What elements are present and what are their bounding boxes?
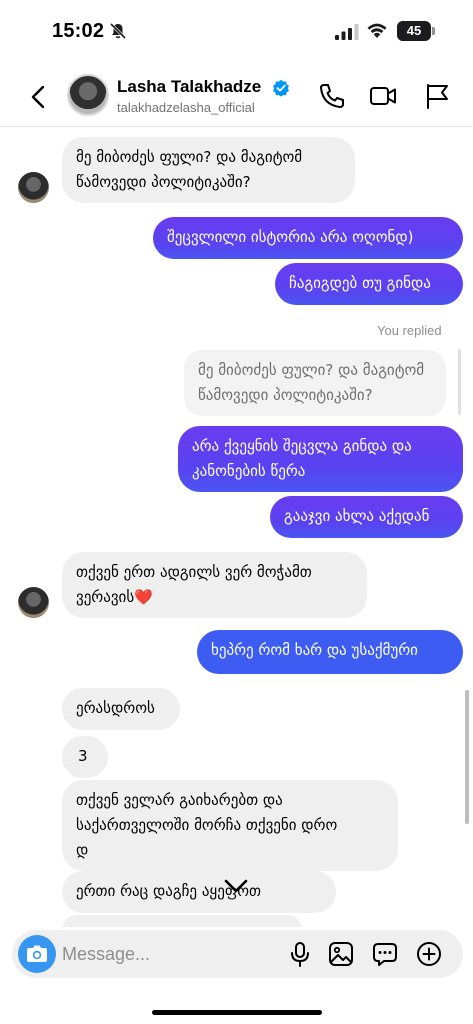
battery-indicator: 45 bbox=[397, 21, 431, 41]
message-incoming[interactable]: თქვენ ველარ გაიხარებთ და საქართველოში მო… bbox=[62, 780, 398, 871]
camera-icon bbox=[27, 945, 47, 962]
sticker-icon[interactable] bbox=[372, 941, 398, 967]
home-indicator[interactable] bbox=[152, 1010, 322, 1015]
flag-icon[interactable] bbox=[422, 81, 452, 111]
sender-avatar[interactable] bbox=[18, 172, 49, 203]
message-incoming[interactable]: ერთი რაც დაგჩე აყეფოთ bbox=[62, 871, 336, 913]
you-replied-label: You replied bbox=[377, 323, 442, 338]
bell-off-icon bbox=[109, 22, 127, 40]
wifi-icon bbox=[367, 23, 387, 38]
message-incoming[interactable]: თქვენ ერთ ადგილს ვერ მოჭამთ ვერავის❤️ bbox=[62, 552, 367, 618]
message-outgoing[interactable]: ხეპრე რომ ხარ და უსაქმური bbox=[197, 630, 463, 674]
reply-quote-bar bbox=[458, 349, 461, 415]
back-icon[interactable] bbox=[24, 82, 54, 112]
contact-username[interactable]: talakhadzelasha_official bbox=[117, 100, 255, 115]
battery-cap bbox=[432, 27, 435, 35]
message-input[interactable] bbox=[62, 930, 272, 978]
reply-quote[interactable]: მე მიბოძეს ფული? და მაგიტომ წამოვედი პოლ… bbox=[184, 350, 446, 416]
message-incoming[interactable]: მე მიბოძეს ფული? და მაგიტომ წამოვედი პოლ… bbox=[62, 137, 355, 203]
image-icon[interactable] bbox=[328, 941, 354, 967]
verified-icon bbox=[273, 79, 289, 97]
message-outgoing[interactable]: შეცვლილი ისტორია არა ოღონდ) bbox=[153, 217, 463, 259]
message-incoming[interactable]: ერასდროს bbox=[62, 688, 180, 730]
microphone-icon[interactable] bbox=[287, 941, 313, 967]
avatar[interactable] bbox=[67, 74, 109, 116]
contact-name[interactable]: Lasha Talakhadze bbox=[117, 77, 261, 97]
video-icon[interactable] bbox=[368, 81, 398, 111]
chat-header: Lasha Talakhadze talakhadzelasha_officia… bbox=[0, 62, 473, 127]
scrollbar[interactable] bbox=[465, 690, 469, 824]
message-outgoing[interactable]: გააჯვი ახლა აქედან bbox=[270, 496, 463, 538]
message-incoming[interactable]: 3 bbox=[62, 736, 108, 778]
chevron-down-icon[interactable] bbox=[216, 872, 256, 902]
message-incoming-partial[interactable] bbox=[62, 915, 302, 927]
status-time: 15:02 bbox=[52, 20, 105, 42]
status-bar: 15:02 45 bbox=[0, 0, 473, 62]
message-composer bbox=[12, 930, 463, 978]
camera-button[interactable] bbox=[18, 935, 56, 973]
message-outgoing[interactable]: ჩაგიგდებ თუ გინდა bbox=[275, 263, 463, 305]
message-outgoing[interactable]: არა ქვეყნის შეცვლა გინდა და კანონების წე… bbox=[178, 426, 463, 492]
message-thread[interactable]: მე მიბოძეს ფული? და მაგიტომ წამოვედი პოლ… bbox=[0, 127, 473, 927]
battery-percentage: 45 bbox=[406, 23, 422, 38]
sender-avatar[interactable] bbox=[18, 587, 49, 618]
phone-icon[interactable] bbox=[317, 81, 347, 111]
plus-icon[interactable] bbox=[416, 941, 442, 967]
signal-icon bbox=[335, 24, 359, 40]
